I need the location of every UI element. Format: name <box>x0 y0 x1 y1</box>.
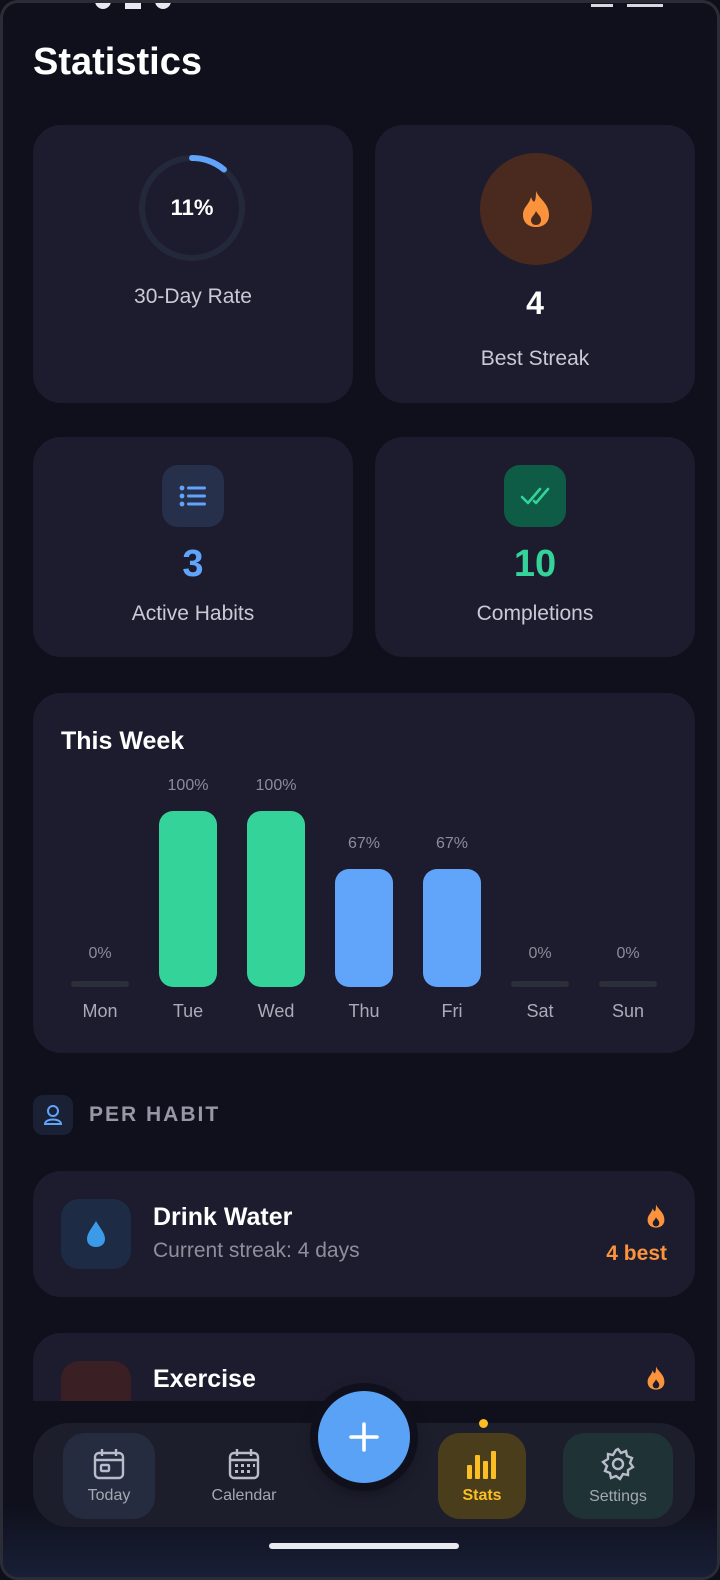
bar-percent-label: 67% <box>347 835 381 852</box>
bar-percent-label: 0% <box>528 945 552 962</box>
per-habit-label: PER HABIT <box>89 1103 221 1126</box>
habit-best <box>645 1363 667 1398</box>
week-day-thu: 67% Thu <box>335 693 393 1053</box>
week-day-sat: 0% Sat <box>511 693 569 1053</box>
page-title: Statistics <box>33 41 202 83</box>
notification-icon <box>95 3 111 9</box>
nav-label: Calendar <box>211 1487 277 1504</box>
battery-icon <box>627 3 663 7</box>
status-icons-right <box>591 3 663 7</box>
bar <box>71 981 129 987</box>
week-day-mon: 0% Mon <box>71 693 129 1053</box>
calendar-icon <box>228 1449 260 1480</box>
week-day-wed: 100% Wed <box>247 693 305 1053</box>
bar-percent-label: 0% <box>616 945 640 962</box>
list-icon <box>162 465 224 527</box>
habit-name: Drink Water <box>153 1203 293 1231</box>
habit-card-drink-water[interactable]: Drink Water Current streak: 4 days 4 bes… <box>33 1171 695 1297</box>
nav-today[interactable]: Today <box>63 1433 155 1519</box>
rate-label: 30-Day Rate <box>134 285 252 308</box>
bar <box>599 981 657 987</box>
active-habits-card: 3 Active Habits <box>33 437 353 657</box>
calendar-day-icon <box>93 1449 125 1480</box>
status-bar <box>3 3 717 17</box>
water-drop-icon <box>61 1199 131 1269</box>
bar <box>335 869 393 987</box>
bar-percent-label: 100% <box>255 777 297 794</box>
habit-streak: Current streak: 4 days <box>153 1239 360 1262</box>
app-screen: Statistics 11% 30-Day Rate 4 Best Streak… <box>0 0 720 1580</box>
flame-icon <box>647 1204 665 1228</box>
habit-best: 4 best <box>606 1201 667 1266</box>
bar-percent-label: 100% <box>167 777 209 794</box>
bar-day-label: Mon <box>82 1001 118 1021</box>
bar <box>247 811 305 987</box>
best-streak-label: Best Streak <box>480 347 590 370</box>
bar-percent-label: 0% <box>88 945 112 962</box>
flame-icon <box>647 1366 665 1390</box>
home-indicator <box>269 1543 459 1549</box>
double-check-icon <box>504 465 566 527</box>
bar-day-label: Sun <box>611 1001 645 1021</box>
active-habits-label: Active Habits <box>131 602 255 625</box>
week-day-sun: 0% Sun <box>599 693 657 1053</box>
bar-day-label: Sat <box>526 1001 554 1021</box>
notification-icon <box>125 3 141 9</box>
bar <box>423 869 481 987</box>
notification-icon <box>155 3 171 9</box>
status-icons-left <box>95 3 171 9</box>
completions-label: Completions <box>476 602 594 625</box>
week-day-fri: 67% Fri <box>423 693 481 1053</box>
nav-settings[interactable]: Settings <box>563 1433 673 1519</box>
this-week-card: This Week 0% Mon 100% Tue 100% Wed 67% Thu 67% Fr… <box>33 693 695 1053</box>
bar <box>511 981 569 987</box>
bar-day-label: Wed <box>257 1001 295 1021</box>
completions-card: 10 Completions <box>375 437 695 657</box>
rate-card: 11% 30-Day Rate <box>33 125 353 403</box>
completions-value: 10 <box>513 543 557 585</box>
best-streak-value: 4 <box>526 285 544 321</box>
add-icon <box>349 1422 379 1452</box>
bar-percent-label: 67% <box>435 835 469 852</box>
flame-icon <box>480 153 592 265</box>
add-habit-button[interactable] <box>318 1391 410 1483</box>
nav-label: Settings <box>589 1488 647 1505</box>
habit-name: Exercise <box>153 1365 256 1393</box>
nav-calendar[interactable]: Calendar <box>198 1433 290 1519</box>
bar-day-label: Tue <box>172 1001 204 1021</box>
bar-day-label: Thu <box>348 1001 380 1021</box>
week-day-tue: 100% Tue <box>159 693 217 1053</box>
nav-stats[interactable]: Stats <box>438 1433 526 1519</box>
gear-icon <box>601 1447 635 1481</box>
bar <box>159 811 217 987</box>
nav-label: Stats <box>462 1487 502 1504</box>
habit-best-value: 4 best <box>606 1242 667 1265</box>
active-habits-value: 3 <box>182 543 204 585</box>
bar-chart-icon <box>467 1451 496 1479</box>
rate-value: 11% <box>170 195 214 220</box>
signal-icon <box>591 3 613 7</box>
best-streak-card: 4 Best Streak <box>375 125 695 403</box>
active-indicator-dot <box>479 1419 488 1428</box>
nav-label: Today <box>87 1487 131 1504</box>
person-icon <box>33 1095 73 1135</box>
per-habit-header: PER HABIT <box>33 1095 220 1135</box>
dumbbell-icon <box>61 1361 131 1401</box>
bar-day-label: Fri <box>441 1001 463 1021</box>
